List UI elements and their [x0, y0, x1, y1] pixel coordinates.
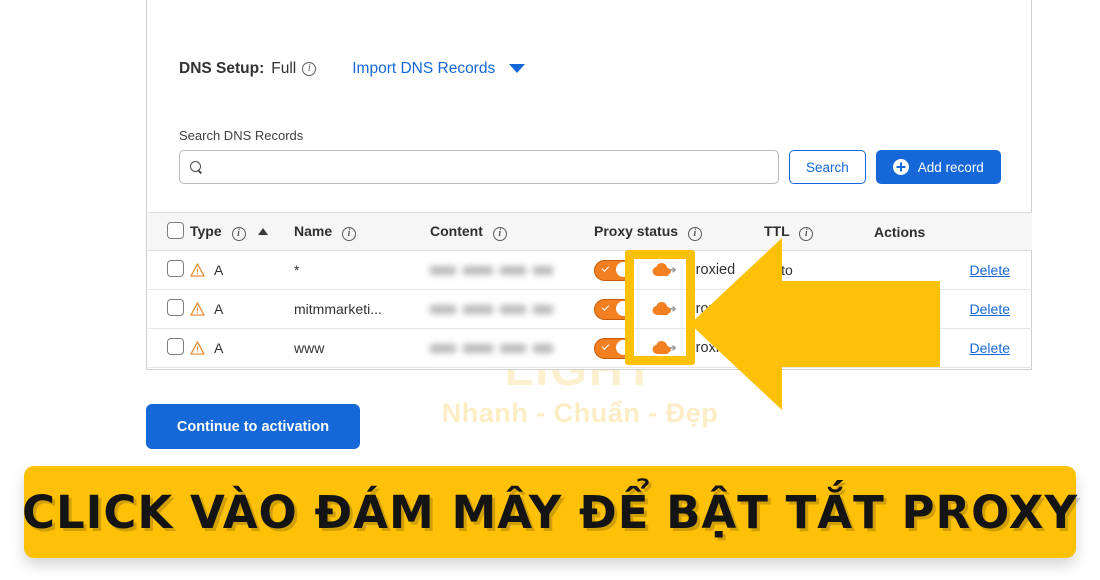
- search-row: Search Add record: [179, 150, 1001, 184]
- search-input-wrapper[interactable]: [179, 150, 779, 184]
- row-type-value: A: [214, 340, 224, 356]
- proxy-toggle[interactable]: [594, 259, 634, 281]
- row-proxy-status-cell: Proxied: [594, 250, 764, 290]
- delete-link[interactable]: Delete: [970, 340, 1010, 356]
- import-dns-records-link[interactable]: Import DNS Records: [352, 60, 525, 78]
- plus-circle-icon: [892, 159, 909, 175]
- toggle-knob: [616, 301, 631, 316]
- row-proxy-status-value: Proxied: [686, 301, 736, 317]
- check-icon: [601, 341, 610, 350]
- screenshot-stage: LIGHT Nhanh - Chuẩn - Đẹp DNS Setup: Ful…: [0, 0, 1100, 580]
- header-content[interactable]: Content i: [430, 212, 594, 251]
- cloud-proxied-icon[interactable]: [652, 301, 678, 317]
- info-circle-icon[interactable]: i: [799, 226, 814, 241]
- info-circle-icon[interactable]: i: [492, 226, 507, 241]
- cloud-proxied-icon[interactable]: [652, 340, 678, 356]
- table-row: A www Proxied Auto Delete: [148, 328, 1032, 368]
- instruction-banner-text: CLICK VÀO ĐÁM MÂY ĐỂ BẬT TẮT PROXY: [21, 485, 1079, 539]
- row-ttl-cell: Auto: [764, 328, 874, 368]
- dns-setup-label: DNS Setup:: [179, 60, 265, 77]
- header-type-label: Type: [190, 222, 222, 239]
- dns-setup-row: DNS Setup: Full i Import DNS Records: [179, 60, 525, 78]
- sort-ascending-icon[interactable]: [258, 228, 269, 236]
- row-type-cell: A: [190, 250, 294, 290]
- row-name-cell: mitmmarketi...: [294, 289, 430, 329]
- row-type-value: A: [214, 301, 224, 317]
- header-select-all[interactable]: [148, 212, 190, 251]
- import-dns-records-label: Import DNS Records: [352, 60, 496, 77]
- redacted-ip-address: [430, 343, 594, 353]
- warning-triangle-icon[interactable]: [190, 302, 205, 316]
- row-checkbox-cell[interactable]: [148, 328, 190, 368]
- dns-records-card: DNS Setup: Full i Import DNS Records Sea…: [146, 0, 1032, 370]
- proxy-toggle[interactable]: [594, 337, 634, 359]
- info-circle-icon[interactable]: i: [687, 226, 702, 241]
- header-name-label: Name: [294, 222, 333, 239]
- toggle-knob: [616, 340, 631, 355]
- header-ttl[interactable]: TTL i: [764, 212, 874, 251]
- row-content-cell: [430, 250, 594, 290]
- checkbox-icon[interactable]: [167, 260, 184, 277]
- row-proxy-status-cell: Proxied: [594, 289, 764, 329]
- dns-setup-value: Full: [271, 60, 297, 77]
- checkbox-icon[interactable]: [167, 221, 184, 239]
- add-record-label: Add record: [917, 159, 984, 175]
- search-button[interactable]: Search: [789, 150, 866, 184]
- row-checkbox-cell[interactable]: [148, 250, 190, 290]
- row-content-cell: [430, 328, 594, 368]
- toggle-knob: [616, 262, 631, 277]
- row-ttl-cell: Auto: [764, 250, 874, 290]
- row-proxy-status-cell: Proxied: [594, 328, 764, 368]
- row-ttl-cell: Auto: [764, 289, 874, 329]
- header-actions: Actions: [874, 212, 1032, 251]
- table-header-row: Type i Name i Content i Proxy status i T…: [148, 212, 1032, 251]
- row-type-cell: A: [190, 289, 294, 329]
- row-type-cell: A: [190, 328, 294, 368]
- info-circle-icon[interactable]: i: [342, 226, 357, 241]
- checkbox-icon[interactable]: [167, 338, 184, 355]
- row-proxy-status-value: Proxied: [686, 262, 736, 278]
- row-proxy-status-value: Proxied: [686, 340, 736, 356]
- table-row: A * Proxied Auto Delete: [148, 250, 1032, 290]
- check-icon: [601, 263, 610, 272]
- row-actions-cell: Delete: [874, 328, 1032, 368]
- row-name-cell: www: [294, 328, 430, 368]
- header-proxy-status-label: Proxy status: [594, 222, 679, 239]
- check-icon: [601, 302, 610, 311]
- warning-triangle-icon[interactable]: [190, 263, 205, 277]
- row-actions-cell: Delete: [874, 250, 1032, 290]
- cloud-proxied-icon[interactable]: [652, 262, 678, 278]
- row-type-value: A: [214, 262, 224, 278]
- search-icon: [190, 160, 203, 174]
- watermark-tagline: Nhanh - Chuẩn - Đẹp: [441, 398, 719, 428]
- delete-link[interactable]: Delete: [970, 301, 1010, 317]
- row-name-cell: *: [294, 250, 430, 290]
- header-name[interactable]: Name i: [294, 212, 430, 251]
- chevron-down-icon: [508, 64, 525, 74]
- search-dns-records-label: Search DNS Records: [179, 128, 304, 143]
- continue-to-activation-button[interactable]: Continue to activation: [146, 404, 360, 449]
- add-record-button[interactable]: Add record: [875, 150, 1001, 184]
- header-ttl-label: TTL: [764, 222, 790, 239]
- checkbox-icon[interactable]: [167, 299, 184, 316]
- redacted-ip-address: [430, 304, 594, 314]
- header-proxy-status[interactable]: Proxy status i: [594, 212, 764, 251]
- search-input[interactable]: [209, 159, 768, 175]
- instruction-banner: CLICK VÀO ĐÁM MÂY ĐỂ BẬT TẮT PROXY: [21, 466, 1079, 558]
- row-content-cell: [430, 289, 594, 329]
- dns-records-table: Type i Name i Content i Proxy status i T…: [148, 212, 1032, 368]
- header-content-label: Content: [430, 222, 483, 239]
- row-checkbox-cell[interactable]: [148, 289, 190, 329]
- warning-triangle-icon[interactable]: [190, 341, 205, 355]
- row-actions-cell: Delete: [874, 289, 1032, 329]
- delete-link[interactable]: Delete: [970, 262, 1010, 278]
- redacted-ip-address: [430, 265, 594, 275]
- proxy-toggle[interactable]: [594, 298, 634, 320]
- header-type[interactable]: Type i: [190, 212, 294, 251]
- info-circle-icon[interactable]: i: [231, 226, 246, 241]
- info-circle-icon[interactable]: i: [302, 62, 317, 76]
- table-row: A mitmmarketi... Proxied Auto Delete: [148, 289, 1032, 329]
